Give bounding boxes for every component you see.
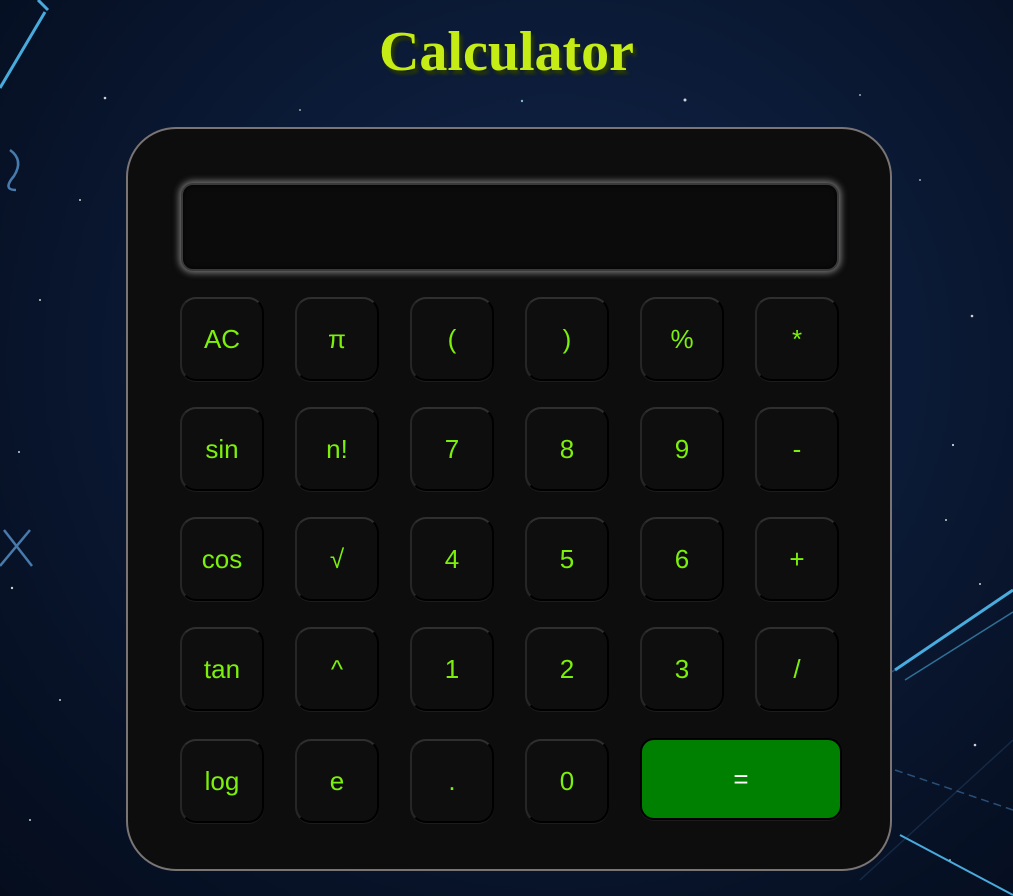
key-7[interactable]: 7 (410, 407, 494, 491)
key-4[interactable]: 4 (410, 517, 494, 601)
key-percent[interactable]: % (640, 297, 724, 381)
key-open-paren[interactable]: ( (410, 297, 494, 381)
key-8[interactable]: 8 (525, 407, 609, 491)
key-equals[interactable]: = (640, 738, 842, 820)
key-log[interactable]: log (180, 739, 264, 823)
key-add[interactable]: + (755, 517, 839, 601)
key-multiply[interactable]: * (755, 297, 839, 381)
calculator-body: AC π ( ) % * sin n! 7 8 9 - cos √ 4 5 6 … (126, 127, 892, 871)
key-factorial[interactable]: n! (295, 407, 379, 491)
key-sin[interactable]: sin (180, 407, 264, 491)
key-all-clear[interactable]: AC (180, 297, 264, 381)
key-3[interactable]: 3 (640, 627, 724, 711)
key-5[interactable]: 5 (525, 517, 609, 601)
key-9[interactable]: 9 (640, 407, 724, 491)
key-power[interactable]: ^ (295, 627, 379, 711)
key-divide[interactable]: / (755, 627, 839, 711)
key-cos[interactable]: cos (180, 517, 264, 601)
key-6[interactable]: 6 (640, 517, 724, 601)
key-pi[interactable]: π (295, 297, 379, 381)
key-1[interactable]: 1 (410, 627, 494, 711)
key-0[interactable]: 0 (525, 739, 609, 823)
key-tan[interactable]: tan (180, 627, 264, 711)
page-title: Calculator (378, 21, 635, 83)
key-sqrt[interactable]: √ (295, 517, 379, 601)
key-subtract[interactable]: - (755, 407, 839, 491)
key-decimal[interactable]: . (410, 739, 494, 823)
key-close-paren[interactable]: ) (525, 297, 609, 381)
key-e[interactable]: e (295, 739, 379, 823)
key-2[interactable]: 2 (525, 627, 609, 711)
calculator-display[interactable] (181, 183, 839, 271)
